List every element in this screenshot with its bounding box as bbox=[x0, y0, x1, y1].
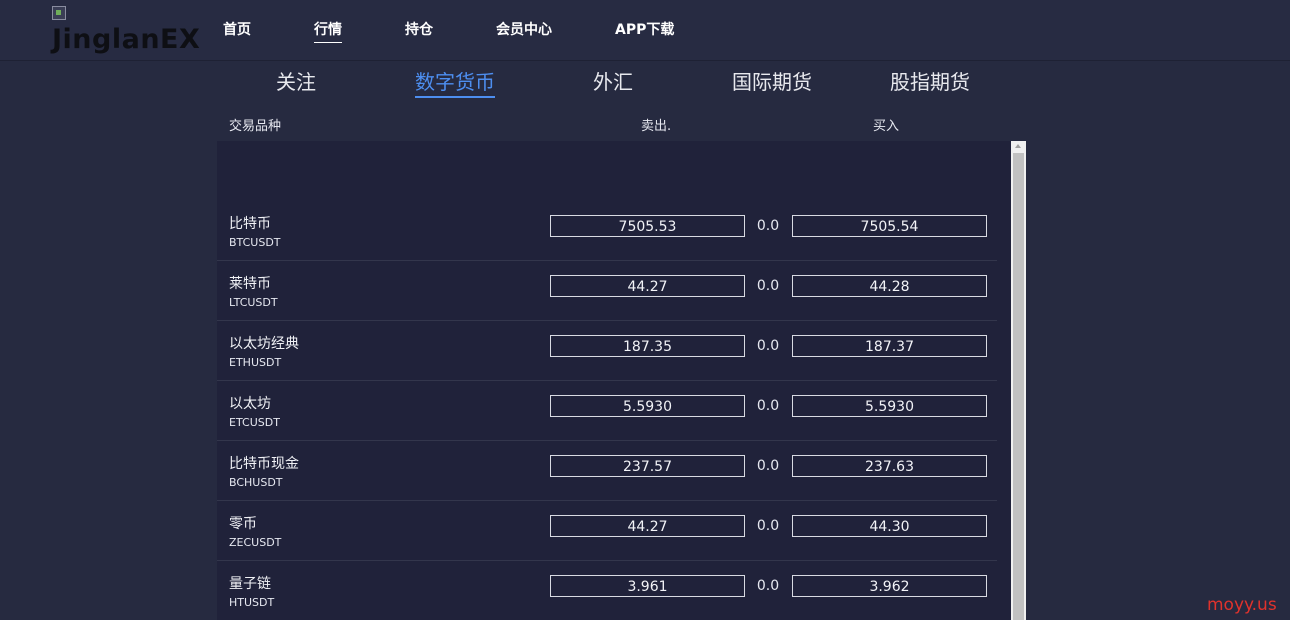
broken-image-icon bbox=[52, 6, 66, 20]
symbol-name: 莱特币 bbox=[229, 276, 271, 292]
column-header-buy: 买入 bbox=[873, 119, 900, 134]
top-navigation-bar: JinglanEX 首页 行情 持仓 会员中心 APP下载 bbox=[0, 0, 1290, 61]
quote-row[interactable]: 莱特币 LTCUSDT 44.27 0.0 44.28 bbox=[217, 261, 997, 321]
tab-favorites[interactable]: 关注 bbox=[276, 66, 316, 95]
sell-price-button[interactable]: 237.57 bbox=[550, 455, 745, 477]
watermark-text: moyy.us bbox=[1207, 595, 1277, 615]
price-change: 0.0 bbox=[756, 518, 780, 534]
buy-price-button[interactable]: 44.30 bbox=[792, 515, 987, 537]
symbol-name: 比特币现金 bbox=[229, 456, 299, 472]
tab-intl-futures[interactable]: 国际期货 bbox=[732, 66, 812, 95]
sell-price-button[interactable]: 44.27 bbox=[550, 275, 745, 297]
quote-row[interactable]: 比特币现金 BCHUSDT 237.57 0.0 237.63 bbox=[217, 441, 997, 501]
sell-price-button[interactable]: 5.5930 bbox=[550, 395, 745, 417]
symbol-code: BTCUSDT bbox=[229, 236, 281, 249]
buy-price-button[interactable]: 5.5930 bbox=[792, 395, 987, 417]
scroll-up-arrow-icon[interactable] bbox=[1011, 141, 1026, 153]
buy-price-button[interactable]: 3.962 bbox=[792, 575, 987, 597]
nav-home[interactable]: 首页 bbox=[223, 19, 251, 41]
symbol-name: 比特币 bbox=[229, 216, 271, 232]
column-header-symbol: 交易品种 bbox=[229, 119, 282, 134]
symbol-code: BCHUSDT bbox=[229, 476, 283, 489]
sell-price-button[interactable]: 7505.53 bbox=[550, 215, 745, 237]
symbol-code: ZECUSDT bbox=[229, 536, 282, 549]
scrollbar-thumb[interactable] bbox=[1013, 153, 1024, 620]
symbol-code: ETHUSDT bbox=[229, 356, 282, 369]
quote-list: 比特币 BTCUSDT 7505.53 0.0 7505.54 莱特币 LTCU… bbox=[217, 141, 1011, 620]
sell-price-button[interactable]: 3.961 bbox=[550, 575, 745, 597]
symbol-name: 量子链 bbox=[229, 576, 271, 592]
buy-price-button[interactable]: 237.63 bbox=[792, 455, 987, 477]
buy-price-button[interactable]: 7505.54 bbox=[792, 215, 987, 237]
nav-market[interactable]: 行情 bbox=[314, 19, 342, 43]
sell-price-button[interactable]: 44.27 bbox=[550, 515, 745, 537]
nav-positions[interactable]: 持仓 bbox=[405, 19, 433, 41]
buy-price-button[interactable]: 187.37 bbox=[792, 335, 987, 357]
vertical-scrollbar[interactable] bbox=[1011, 141, 1026, 620]
price-change: 0.0 bbox=[756, 278, 780, 294]
site-logo[interactable]: JinglanEX bbox=[52, 6, 200, 58]
quote-row[interactable]: 量子链 HTUSDT 3.961 0.0 3.962 bbox=[217, 561, 997, 620]
buy-price-button[interactable]: 44.28 bbox=[792, 275, 987, 297]
quote-row[interactable]: 以太坊经典 ETHUSDT 187.35 0.0 187.37 bbox=[217, 321, 997, 381]
price-change: 0.0 bbox=[756, 578, 780, 594]
symbol-code: HTUSDT bbox=[229, 596, 275, 609]
logo-text: JinglanEX bbox=[52, 24, 201, 55]
symbol-name: 零币 bbox=[229, 516, 257, 532]
price-change: 0.0 bbox=[756, 398, 780, 414]
symbol-name: 以太坊 bbox=[229, 396, 271, 412]
nav-member-center[interactable]: 会员中心 bbox=[496, 19, 552, 41]
tab-index-futures[interactable]: 股指期货 bbox=[890, 66, 970, 95]
price-change: 0.0 bbox=[756, 218, 780, 234]
price-change: 0.0 bbox=[756, 458, 780, 474]
quote-row[interactable]: 零币 ZECUSDT 44.27 0.0 44.30 bbox=[217, 501, 997, 561]
quote-row[interactable]: 比特币 BTCUSDT 7505.53 0.0 7505.54 bbox=[217, 201, 997, 261]
symbol-code: ETCUSDT bbox=[229, 416, 280, 429]
symbol-code: LTCUSDT bbox=[229, 296, 278, 309]
price-change: 0.0 bbox=[756, 338, 780, 354]
nav-app-download[interactable]: APP下载 bbox=[615, 19, 674, 41]
symbol-name: 以太坊经典 bbox=[229, 336, 299, 352]
column-header-sell: 卖出. bbox=[641, 119, 672, 134]
sell-price-button[interactable]: 187.35 bbox=[550, 335, 745, 357]
quote-row[interactable]: 以太坊 ETCUSDT 5.5930 0.0 5.5930 bbox=[217, 381, 997, 441]
tab-crypto[interactable]: 数字货币 bbox=[415, 66, 495, 98]
tab-forex[interactable]: 外汇 bbox=[593, 66, 633, 95]
